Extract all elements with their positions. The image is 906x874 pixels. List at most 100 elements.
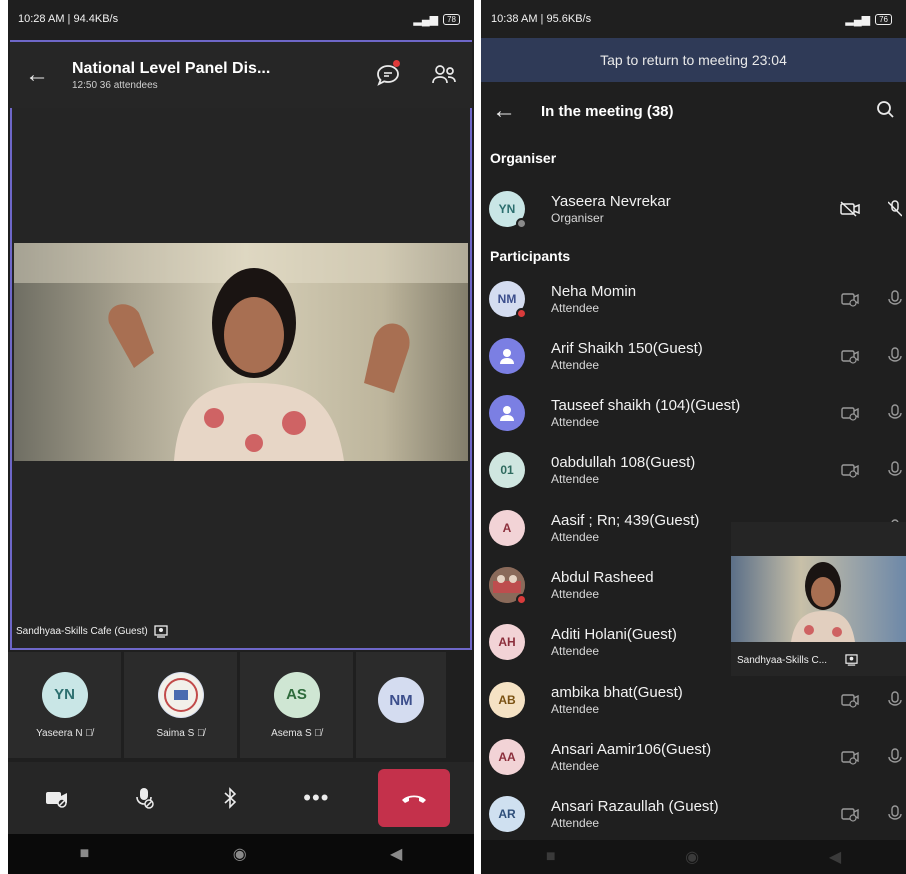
person-icon [500, 348, 514, 364]
search-glyph [877, 100, 894, 118]
avatar: NM [378, 677, 424, 723]
avatar: A [489, 509, 525, 546]
mic-off-glyph [888, 199, 902, 217]
participant-tile[interactable]: NM [356, 652, 446, 758]
avatar-initials: NM [497, 291, 517, 306]
home-icon[interactable]: ◉ [233, 844, 247, 864]
mic-off-icon [888, 805, 906, 823]
avatar: AB [489, 681, 525, 718]
bluetooth-button[interactable] [205, 773, 255, 823]
meeting-title-block: National Level Panel Dis... 12:50 36 att… [64, 60, 360, 91]
participant-row[interactable]: AA Ansari Aamir106(Guest) Attendee [481, 728, 906, 785]
avatar: NM [489, 280, 527, 319]
presence-icon [516, 307, 527, 319]
recents-icon[interactable]: ■ [546, 848, 556, 866]
mic-toggle[interactable] [119, 773, 169, 823]
tile-name: Asema S 🎙̸ [271, 728, 322, 739]
back-nav-icon[interactable]: ◀ [829, 847, 841, 867]
camera-off-glyph [841, 464, 859, 478]
more-options-button[interactable]: ••• [291, 773, 341, 823]
participant-name: Yaseera Nevrekar [551, 192, 671, 210]
mic-off-glyph [888, 690, 902, 706]
participant-role: Organiser [551, 210, 604, 225]
page-title: In the meeting (38) [541, 102, 674, 120]
status-bar: 10:38 AM | 95.6KB/s ▂▄▆ 76 [481, 0, 906, 38]
participant-row[interactable]: NM Neha Momin Attendee [481, 270, 906, 327]
picture-in-picture[interactable]: Sandhyaa-Skills C... [731, 522, 906, 676]
participant-tile[interactable]: YN Yaseera N 🎙̸ [8, 652, 121, 758]
mic-off-icon [888, 461, 906, 479]
hang-up-button[interactable] [377, 769, 450, 827]
status-bar: 10:28 AM | 94.4KB/s ▂▄▆ 78 [8, 0, 474, 38]
battery-icon: 76 [875, 13, 892, 25]
participants-button[interactable] [416, 64, 472, 86]
camera-off-glyph [841, 751, 859, 765]
call-controls: ••• [8, 762, 474, 834]
people-icon [432, 65, 456, 84]
participant-name: Tauseef shaikh (104)(Guest) [551, 397, 741, 415]
participant-role: Attendee [551, 357, 600, 372]
participant-row[interactable]: 01 0abdullah 108(Guest) Attendee [481, 442, 906, 499]
mic-off-icon [888, 347, 906, 365]
participant-name: Ansari Razaullah (Guest) [551, 798, 719, 816]
mic-off-glyph [888, 347, 902, 362]
participant-tile[interactable]: Saima S 🎙̸ [124, 652, 237, 758]
speaker-video-frame [14, 243, 468, 461]
presence-icon [516, 217, 527, 229]
mic-off-icon [135, 788, 154, 809]
search-icon[interactable] [876, 100, 906, 123]
speaker-label: Sandhyaa-Skills Cafe (Guest) [16, 625, 168, 638]
participant-role: Attendee [551, 300, 600, 315]
avatar: 01 [489, 452, 525, 489]
participant-info: Arif Shaikh 150(Guest) Attendee [551, 340, 830, 372]
mic-off-icon [888, 748, 906, 766]
pip-video-frame [731, 556, 906, 642]
participant-tile[interactable]: AS Asema S 🎙̸ [240, 652, 353, 758]
participant-name: 0abdullah 108(Guest) [551, 454, 696, 472]
recents-icon[interactable]: ■ [80, 845, 90, 863]
camera-off-glyph [840, 200, 860, 217]
return-to-meeting-bar[interactable]: Tap to return to meeting 23:04 [481, 38, 906, 82]
chat-button[interactable] [360, 60, 416, 86]
avatar [157, 671, 204, 718]
organiser-row[interactable]: YN Yaseera Nevrekar Organiser [481, 180, 906, 237]
participant-name: ambika bhat(Guest) [551, 683, 683, 701]
home-icon[interactable]: ◉ [685, 847, 699, 867]
participant-name: Arif Shaikh 150(Guest) [551, 339, 703, 357]
camera-off-glyph [841, 808, 859, 822]
mic-off-glyph [888, 748, 902, 763]
video-off-icon [830, 748, 870, 766]
back-arrow-icon[interactable]: ← [10, 61, 64, 89]
avatar: AR [489, 796, 525, 833]
meeting-header: ← National Level Panel Dis... 12:50 36 a… [10, 40, 472, 108]
mic-off-icon [888, 404, 906, 422]
tile-name-text: Asema S [271, 727, 312, 739]
participant-info: Neha Momin Attendee [551, 283, 830, 315]
participant-row[interactable]: Tauseef shaikh (104)(Guest) Attendee [481, 385, 906, 442]
participant-row[interactable]: Arif Shaikh 150(Guest) Attendee [481, 327, 906, 384]
presence-icon [516, 594, 527, 605]
video-off-icon [830, 404, 870, 422]
participant-row[interactable]: AB ambika bhat(Guest) Attendee [481, 671, 906, 728]
camera-off-glyph [841, 292, 859, 307]
video-off-icon [830, 805, 870, 823]
avatar-initials: 01 [500, 463, 514, 478]
back-arrow-icon[interactable]: ← [481, 97, 527, 125]
screen-share-icon [845, 654, 858, 666]
hang-up-icon [401, 795, 426, 803]
participant-info: Ansari Aamir106(Guest) Attendee [551, 741, 830, 773]
android-nav-bar: ■ ◉ ◀ [8, 834, 474, 874]
speaker-video[interactable] [14, 243, 468, 461]
participants-screen: 10:38 AM | 95.6KB/s ▂▄▆ 76 Tap to return… [481, 0, 906, 874]
muted-mic-icon: 🎙̸ [314, 727, 322, 739]
pip-video [731, 556, 906, 642]
participant-row[interactable]: AR Ansari Razaullah (Guest) Attendee [481, 786, 906, 843]
bluetooth-icon [224, 787, 237, 809]
camera-toggle[interactable] [32, 773, 82, 823]
participant-role: Attendee [551, 701, 600, 716]
camera-off-glyph [841, 407, 859, 421]
back-nav-icon[interactable]: ◀ [390, 844, 402, 864]
avatar: YN [489, 190, 527, 229]
participant-info: ambika bhat(Guest) Attendee [551, 684, 830, 716]
avatar [489, 337, 525, 374]
